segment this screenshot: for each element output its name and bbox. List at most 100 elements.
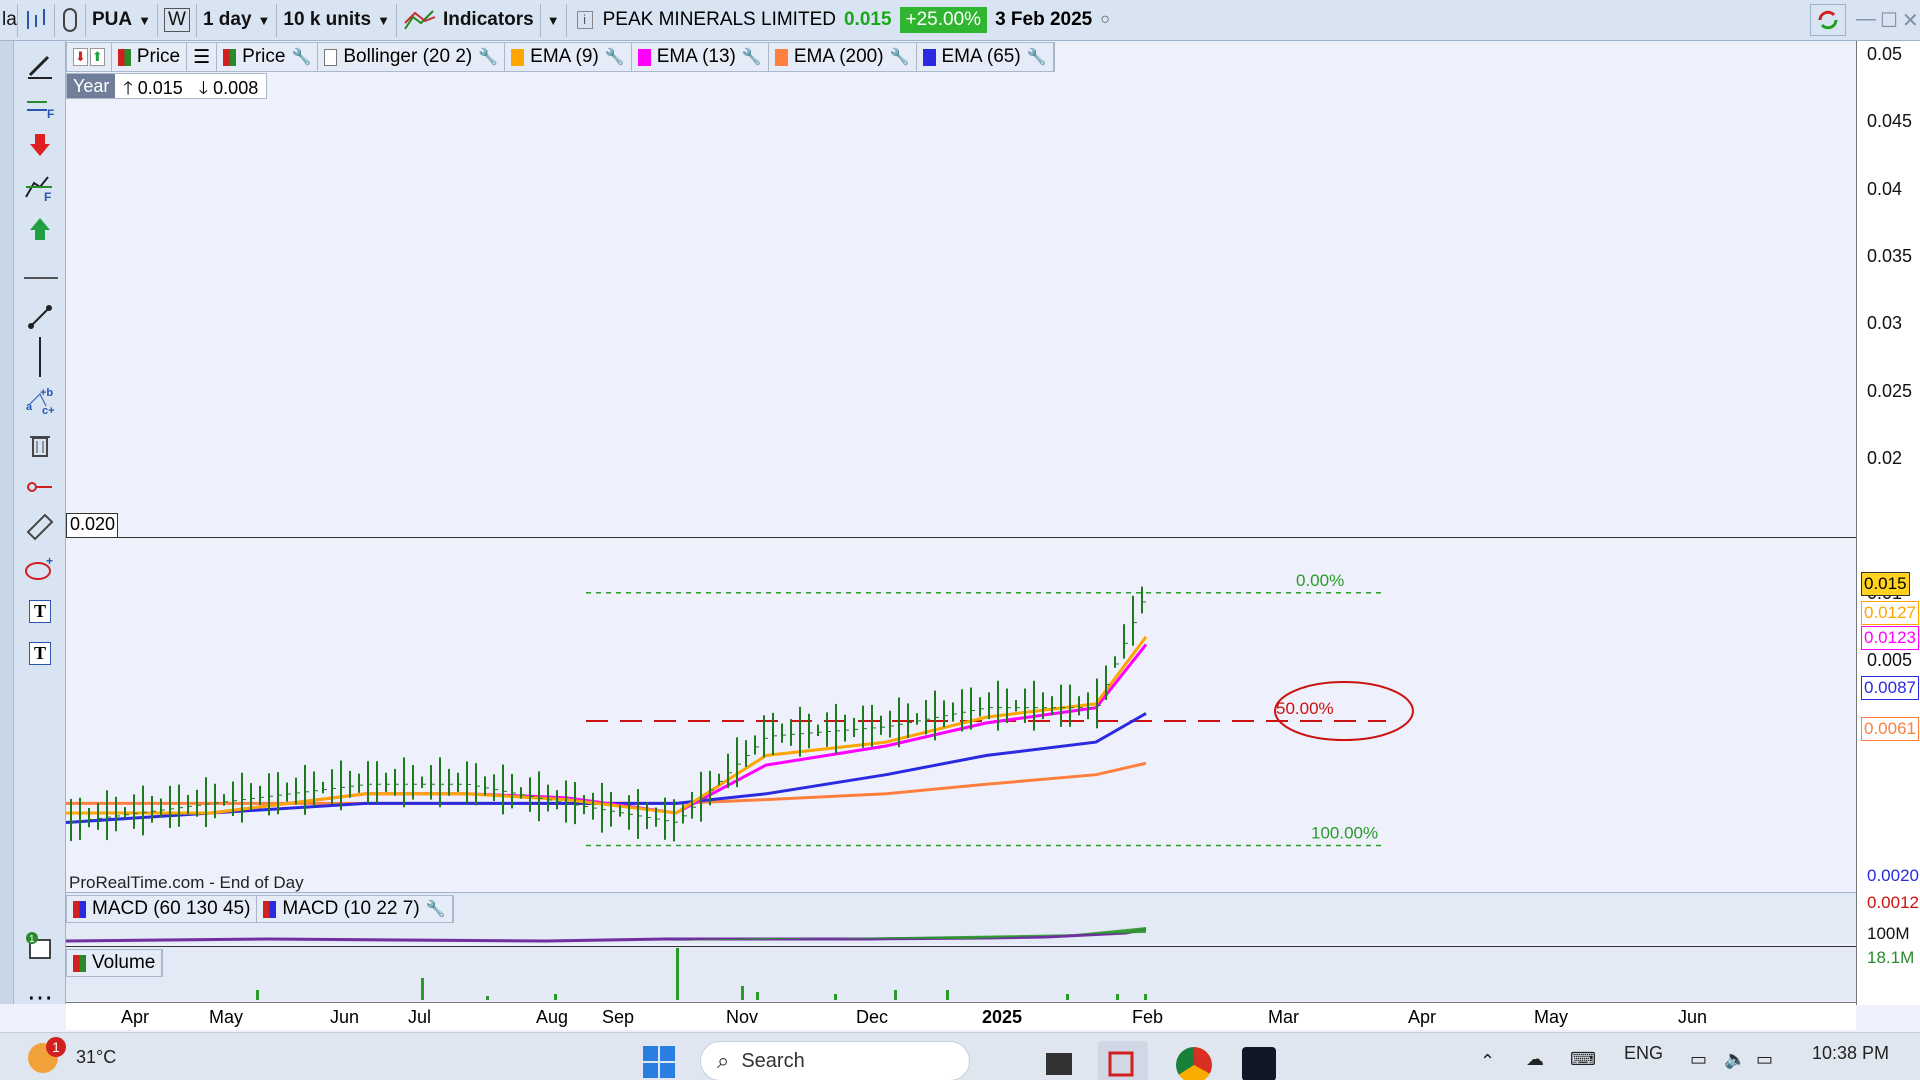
legend-price-1[interactable]: Price <box>112 43 188 71</box>
svg-text:a: a <box>26 401 33 413</box>
wrench-icon[interactable]: 🔧 <box>890 47 910 67</box>
data-provider-label: ProRealTime.com - End of Day <box>69 873 304 892</box>
price-chart[interactable]: 0.00% 50.00% 100.00% <box>65 41 1856 891</box>
info-icon[interactable]: i <box>576 11 593 29</box>
company-name: PEAK MINERALS LIMITED <box>602 9 836 30</box>
legend-ema13[interactable]: EMA (13) 🔧 <box>632 43 769 71</box>
indicators-button[interactable]: Indicators <box>397 3 541 37</box>
trash-icon[interactable] <box>24 429 56 461</box>
text-box-tool-icon[interactable]: T <box>24 637 56 669</box>
language-indicator[interactable]: ENG <box>1624 1043 1663 1064</box>
volume-bar <box>1116 994 1119 1000</box>
volume-axis-label: 100M <box>1867 924 1910 943</box>
chrome-icon[interactable] <box>1176 1047 1212 1080</box>
start-icon[interactable] <box>642 1045 676 1080</box>
refresh-icon[interactable] <box>1810 4 1846 36</box>
wrench-icon[interactable]: 🔧 <box>605 47 625 67</box>
tool-separator <box>24 277 58 279</box>
wrench-icon[interactable]: 🔧 <box>1027 47 1047 67</box>
arrow-up-small-icon[interactable]: ⬆ <box>89 48 105 66</box>
svg-text:+: + <box>46 555 53 568</box>
list-icon[interactable]: ☰ <box>193 46 210 69</box>
taskview-icon[interactable] <box>1046 1053 1072 1075</box>
legend-price-2[interactable]: Price 🔧 <box>217 43 319 71</box>
prorealtime-icon[interactable] <box>1242 1047 1276 1080</box>
search-placeholder: Search <box>741 1049 805 1072</box>
instrument-info: i PEAK MINERALS LIMITED 0.015 +25.00% 3 … <box>567 7 1110 33</box>
trading-app: la PUA ▼ W 1 day ▼ 10 k units ▼ Indicators … <box>0 0 1920 1080</box>
arrow-down-icon[interactable] <box>24 129 56 161</box>
price-axis[interactable]: 0.050.0450.040.0350.030.0250.020.010.005… <box>1856 41 1920 1005</box>
macd-panel[interactable]: MACD (60 130 45) MACD (10 22 7) 🔧 <box>66 892 1856 944</box>
legend-bollinger[interactable]: Bollinger (20 2) 🔧 <box>318 43 506 71</box>
volume-panel[interactable]: Volume <box>66 946 1856 1001</box>
clock-time[interactable]: 10:38 PM <box>1812 1043 1889 1064</box>
taskbar-search[interactable]: ⌕ Search <box>700 1041 970 1080</box>
volume-bar <box>1144 994 1147 1000</box>
units-select[interactable]: 10 k units ▼ <box>277 3 397 37</box>
pencil-icon[interactable] <box>24 49 56 81</box>
level-line-icon[interactable] <box>24 471 56 503</box>
display-icon[interactable]: ▭ <box>1690 1049 1707 1070</box>
cloud-icon[interactable]: ☁ <box>1526 1049 1544 1070</box>
symbol-select[interactable]: PUA ▼ <box>86 3 158 37</box>
timeframe-select[interactable]: 1 day ▼ <box>197 3 278 37</box>
legend-ema65[interactable]: EMA (65) 🔧 <box>917 43 1054 71</box>
maximize-icon[interactable]: ☐ <box>1880 8 1898 33</box>
chart-type-icon[interactable] <box>18 3 55 37</box>
y-tick-label: 0.035 <box>1867 246 1913 266</box>
svg-text:F: F <box>47 107 54 120</box>
x-tick-label: Dec <box>856 1007 889 1027</box>
change-badge: +25.00% <box>899 7 988 33</box>
indicator-legend: ⬇ ⬆ Price ☰ Price 🔧 Bollinger (20 2) 🔧 EMA … <box>66 42 1055 72</box>
series-line-ema-13 <box>66 643 1148 815</box>
legend-ema200[interactable]: EMA (200) 🔧 <box>769 43 917 71</box>
status-circle-icon: ○ <box>1100 11 1110 28</box>
price-level-box: 0.015 <box>1861 572 1910 596</box>
alerts-icon[interactable]: 1 <box>24 931 56 963</box>
time-axis[interactable]: Apr May Jun Jul Aug Sep Nov Dec 2025 Feb Mar Apr May… <box>66 1002 1856 1030</box>
text-tool-icon[interactable]: T <box>24 595 56 627</box>
abc-wave-icon[interactable]: +b a c+ <box>24 385 56 417</box>
x-tick-label: Sep <box>602 1007 635 1027</box>
wrench-icon[interactable]: 🔧 <box>742 47 762 67</box>
indicators-dropdown[interactable]: ▼ <box>541 3 567 37</box>
ellipse-tool-icon[interactable]: + <box>24 553 56 585</box>
legend-ema9[interactable]: EMA (9) 🔧 <box>505 43 632 71</box>
fib-tool-icon[interactable]: F <box>24 171 56 203</box>
battery-icon[interactable]: ▭ <box>1756 1049 1773 1070</box>
price-level-box: 0.0127 <box>1861 601 1919 625</box>
top-toolbar: la PUA ▼ W 1 day ▼ 10 k units ▼ Indicators … <box>0 0 1920 41</box>
price-level-box: 0.0061 <box>1861 717 1919 741</box>
chevron-up-icon[interactable]: ⌃ <box>1480 1051 1495 1072</box>
keyboard-icon[interactable]: ⌨ <box>1570 1049 1596 1070</box>
trendline-icon[interactable] <box>24 301 56 333</box>
period-button[interactable]: W <box>158 3 197 37</box>
x-tick-label: Apr <box>121 1007 150 1027</box>
arrow-down-small-icon[interactable]: ⬇ <box>73 48 88 66</box>
more-tools-icon[interactable]: ⋯ <box>24 981 56 1013</box>
snip-app-icon[interactable] <box>1098 1041 1148 1080</box>
legend-menu[interactable]: ☰ <box>187 43 218 71</box>
legend-price-arrows[interactable]: ⬇ ⬆ <box>67 43 112 71</box>
x-tick-label: Feb <box>1132 1007 1164 1027</box>
y-tick-label: 0.04 <box>1867 179 1903 199</box>
close-icon[interactable]: ✕ <box>1902 8 1919 33</box>
year-low: 🡓 0.008 <box>198 78 259 98</box>
link-icon[interactable] <box>55 3 86 37</box>
vertical-line-icon[interactable] <box>24 337 56 377</box>
wrench-icon[interactable]: 🔧 <box>291 47 311 67</box>
volume-bar <box>676 948 679 1000</box>
volume-icon[interactable]: 🔈 <box>1724 1049 1746 1070</box>
svg-text:c+: c+ <box>42 405 55 416</box>
ruler-icon[interactable] <box>24 511 56 543</box>
minimize-icon[interactable]: — <box>1856 8 1876 31</box>
year-high: 🡑 0.015 <box>123 78 183 98</box>
horizontal-line-icon[interactable]: F <box>24 91 56 123</box>
y-tick-label: 0.02 <box>1867 448 1903 468</box>
wrench-icon[interactable]: 🔧 <box>478 47 498 67</box>
volume-bar <box>946 990 949 1000</box>
arrow-up-icon[interactable] <box>24 213 56 245</box>
x-tick-label: 2025 <box>982 1007 1023 1027</box>
last-price: 0.015 <box>843 9 892 30</box>
